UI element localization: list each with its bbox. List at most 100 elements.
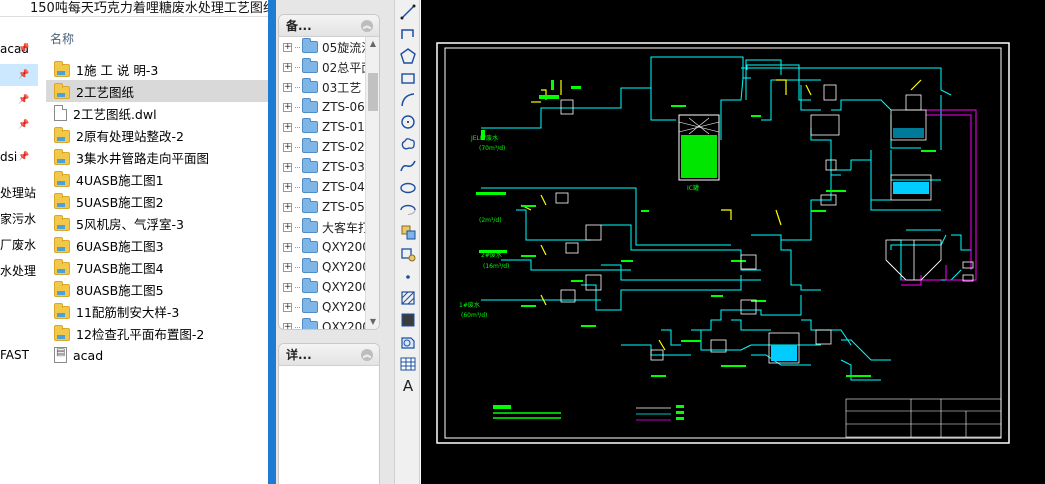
tree-item[interactable]: + QXY200 <box>279 237 379 257</box>
column-header-name[interactable]: 名称 <box>50 30 74 47</box>
expand-icon[interactable]: + <box>283 122 292 132</box>
collapse-icon[interactable]: ︽ <box>361 349 373 361</box>
equipment <box>555 84 974 361</box>
tree-item[interactable]: + ZTS-05 <box>279 197 379 217</box>
expand-icon[interactable]: + <box>283 262 292 272</box>
waste3-label: 2#废水 <box>481 251 502 259</box>
file-list-item[interactable]: 4UASB施工图1 <box>46 168 268 190</box>
tree-item-label: ZTS-02 <box>322 140 365 154</box>
tree-item[interactable]: +02总平面 <box>279 57 379 77</box>
quick-access-item[interactable]: 📌 <box>0 114 38 136</box>
expand-icon[interactable]: + <box>283 142 292 152</box>
file-list-item[interactable]: 12检查孔平面布置图-2 <box>46 322 268 344</box>
file-list-item[interactable]: acad <box>46 344 268 366</box>
text-tool-icon[interactable]: A <box>398 376 418 396</box>
hatch-tool-icon[interactable] <box>398 288 418 308</box>
folder-icon <box>302 158 318 173</box>
quick-access-item[interactable]: 家污水 <box>0 208 38 230</box>
expand-icon[interactable]: + <box>283 282 292 292</box>
expand-icon[interactable]: + <box>283 62 292 72</box>
revcloud-tool-icon[interactable] <box>398 134 418 154</box>
quick-access-item[interactable]: 📌 <box>0 89 38 111</box>
file-list-item[interactable]: 3集水井管路走向平面图 <box>46 146 268 168</box>
tree-connector <box>295 146 300 148</box>
tree-item[interactable]: + ZTS-01 <box>279 117 379 137</box>
make-block-tool-icon[interactable] <box>398 244 418 264</box>
tree-item[interactable]: + ZTS-04 <box>279 177 379 197</box>
tree-item[interactable]: + ZTS-03 <box>279 157 379 177</box>
expand-icon[interactable]: + <box>283 102 292 112</box>
tree-connector <box>295 306 300 308</box>
quick-access-item[interactable]: acad 📌 <box>0 38 38 60</box>
tree-item[interactable]: + QXY200 <box>279 277 379 297</box>
arc-tool-icon[interactable] <box>398 90 418 110</box>
file-list-item[interactable]: 8UASB施工图5 <box>46 278 268 300</box>
file-list-item[interactable]: 11配筋制安大样-3 <box>46 300 268 322</box>
scroll-up-icon[interactable]: ▲ <box>366 37 379 51</box>
quick-access-item[interactable]: FAST <box>0 344 38 366</box>
tree-item[interactable]: + ZTS-02 <box>279 137 379 157</box>
insert-block-tool-icon[interactable] <box>398 222 418 242</box>
tree-item-label: 大客车打 <box>322 220 371 235</box>
tree-panel-header[interactable]: 备... ︽ <box>279 15 379 37</box>
expand-icon[interactable]: + <box>283 162 292 172</box>
file-list-item[interactable]: 2原有处理站整改-2 <box>46 124 268 146</box>
polyline-tool-icon[interactable] <box>398 24 418 44</box>
collapse-icon[interactable]: ︽ <box>361 20 373 32</box>
circle-tool-icon[interactable] <box>398 112 418 132</box>
table-tool-icon[interactable] <box>398 354 418 374</box>
tree-scrollbar[interactable]: ▲ ▼ <box>365 37 379 329</box>
quick-access-label: dsi <box>0 150 18 164</box>
expand-icon[interactable]: + <box>283 242 292 252</box>
scroll-down-icon[interactable]: ▼ <box>366 315 379 329</box>
tree-item[interactable]: + QXY200 <box>279 297 379 317</box>
tree-item[interactable]: + QXY200 <box>279 257 379 277</box>
rectangle-tool-icon[interactable] <box>398 68 418 88</box>
file-list-item[interactable]: 5风机房、气浮室-3 <box>46 212 268 234</box>
file-list-item[interactable]: 1施 工 说 明-3 <box>46 58 268 80</box>
quick-access-item[interactable]: 水处理 <box>0 260 38 282</box>
expand-icon[interactable]: + <box>283 42 292 52</box>
details-panel-header[interactable]: 详... ︽ <box>279 344 379 366</box>
tree-item[interactable]: + QXY200 <box>279 317 379 329</box>
quick-access-item[interactable]: 厂废水 <box>0 234 38 256</box>
ellipse-tool-icon[interactable] <box>398 178 418 198</box>
expand-icon[interactable]: + <box>283 202 292 212</box>
ellipse-arc-tool-icon[interactable] <box>398 200 418 220</box>
cad-drawing-canvas[interactable]: IC罐 JELLY废水 (70m³/d) (2m³/d) 2#废水 (16m³/… <box>421 0 1045 484</box>
expand-icon[interactable]: + <box>283 322 292 329</box>
line-tool-icon[interactable] <box>398 2 418 22</box>
expand-icon[interactable]: + <box>283 302 292 312</box>
file-list-item[interactable]: 2工艺图纸.dwl <box>46 102 268 124</box>
quick-access-item[interactable]: 📌 <box>0 64 38 86</box>
tree-item[interactable]: + 大客车打 <box>279 217 379 237</box>
tree-item[interactable]: +03工艺 <box>279 77 379 97</box>
expand-icon[interactable]: + <box>283 222 292 232</box>
file-name: 4UASB施工图1 <box>76 172 164 188</box>
file-list-item[interactable]: 6UASB施工图3 <box>46 234 268 256</box>
pane-splitter[interactable] <box>268 0 276 484</box>
quick-access-item[interactable]: dsi 📌 <box>0 146 38 168</box>
title-divider <box>0 16 268 17</box>
gradient-tool-icon[interactable] <box>398 310 418 330</box>
drawing-labels: JELLY废水 (70m³/d) (2m³/d) 2#废水 (16m³/d) 1… <box>459 134 509 319</box>
file-name: 5风机房、气浮室-3 <box>76 216 184 232</box>
file-list-item[interactable]: 7UASB施工图4 <box>46 256 268 278</box>
folder-icon <box>54 280 70 297</box>
folder-icon <box>54 192 70 209</box>
expand-icon[interactable]: + <box>283 182 292 192</box>
tree-connector <box>295 186 300 188</box>
quick-access-label: 水处理 <box>0 264 37 278</box>
file-list-item[interactable]: 2工艺图纸 <box>46 80 268 102</box>
quick-access-item[interactable]: 处理站 <box>0 182 38 204</box>
region-tool-icon[interactable] <box>398 332 418 352</box>
expand-icon[interactable]: + <box>283 82 292 92</box>
spline-tool-icon[interactable] <box>398 156 418 176</box>
tree-item[interactable]: +05旋流沉 <box>279 37 379 57</box>
tree-item[interactable]: + ZTS-06 <box>279 97 379 117</box>
point-tool-icon[interactable] <box>398 266 418 286</box>
file-list-item[interactable]: 5UASB施工图2 <box>46 190 268 212</box>
scroll-thumb[interactable] <box>368 73 378 111</box>
polygon-tool-icon[interactable] <box>398 46 418 66</box>
folder-icon <box>54 148 70 165</box>
